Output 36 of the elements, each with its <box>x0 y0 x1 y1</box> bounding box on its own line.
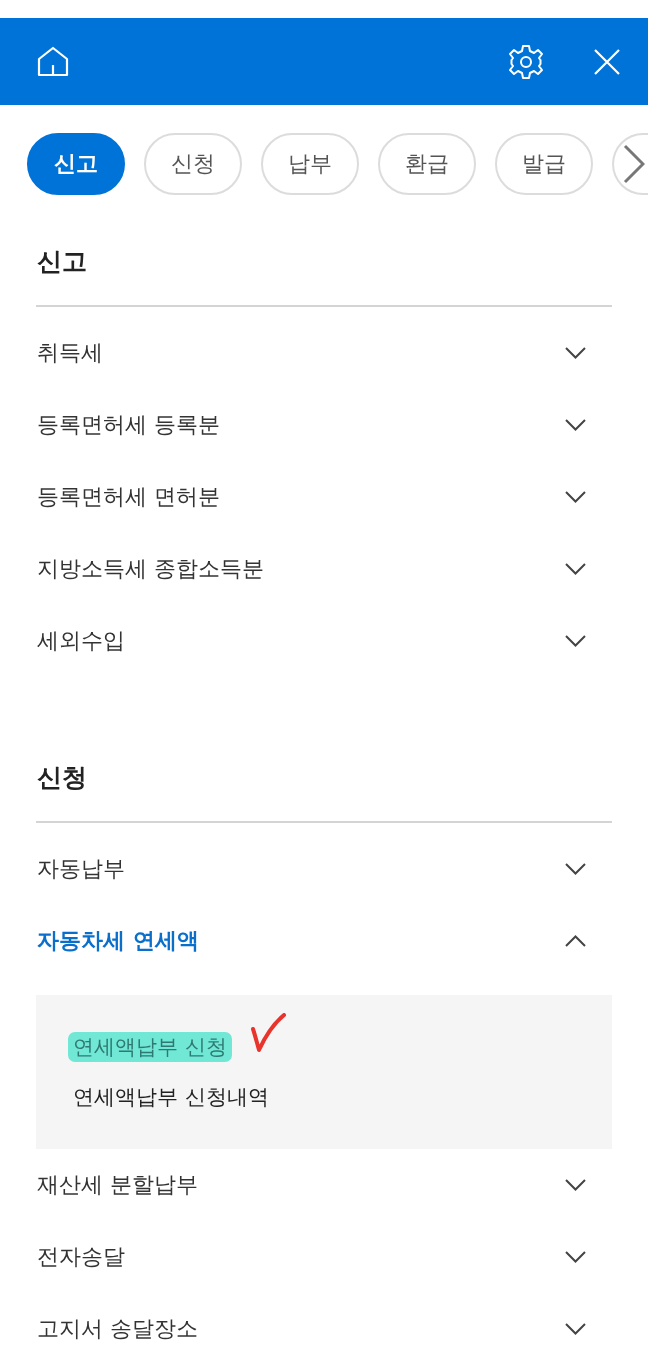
menu-item[interactable]: 재산세 분할납부 <box>36 1149 612 1221</box>
home-button[interactable] <box>37 46 69 77</box>
settings-icon <box>508 43 544 80</box>
menu-item[interactable]: 취득세 <box>36 317 612 389</box>
menu-item[interactable]: 자동차세 연세액 <box>36 905 612 977</box>
category-tab[interactable]: 신청 <box>144 133 242 195</box>
category-tab[interactable]: 납부 <box>261 133 359 195</box>
chevron-up-icon <box>565 935 586 947</box>
menu-item[interactable]: 자동납부 <box>36 833 612 905</box>
chevron-down-icon <box>565 1251 586 1263</box>
chevron-down-icon <box>565 491 586 503</box>
chevron-down-icon <box>565 635 586 647</box>
section-heading: 신청 <box>36 762 88 794</box>
menu-item[interactable]: 세외수입 <box>36 605 612 677</box>
category-tab[interactable]: 환급 <box>378 133 476 195</box>
chevron-down-icon <box>565 563 586 575</box>
settings-button[interactable] <box>508 43 544 80</box>
category-tab[interactable]: 발급 <box>495 133 593 195</box>
chevron-down-icon <box>565 1323 586 1335</box>
menu-item[interactable]: 전자송달 <box>36 1221 612 1293</box>
scroll-next-button[interactable] <box>612 133 648 195</box>
chevron-down-icon <box>565 419 586 431</box>
menu-item[interactable]: 등록면허세 면허분 <box>36 461 612 533</box>
menu-item[interactable]: 고지서 송달장소 <box>36 1293 612 1353</box>
submenu-link[interactable]: 연세액납부 신청내역 <box>73 1082 269 1112</box>
close-button[interactable] <box>594 48 620 75</box>
home-icon <box>37 46 69 77</box>
menu-item[interactable]: 등록면허세 등록분 <box>36 389 612 461</box>
chevron-down-icon <box>565 1179 586 1191</box>
category-tab[interactable]: 신고 <box>27 133 125 195</box>
close-icon <box>594 48 620 75</box>
chevron-down-icon <box>565 347 586 359</box>
chevron-down-icon <box>565 863 586 875</box>
menu-item[interactable]: 지방소득세 종합소득분 <box>36 533 612 605</box>
section-heading: 신고 <box>36 246 88 278</box>
chevron-right-icon <box>623 144 645 184</box>
